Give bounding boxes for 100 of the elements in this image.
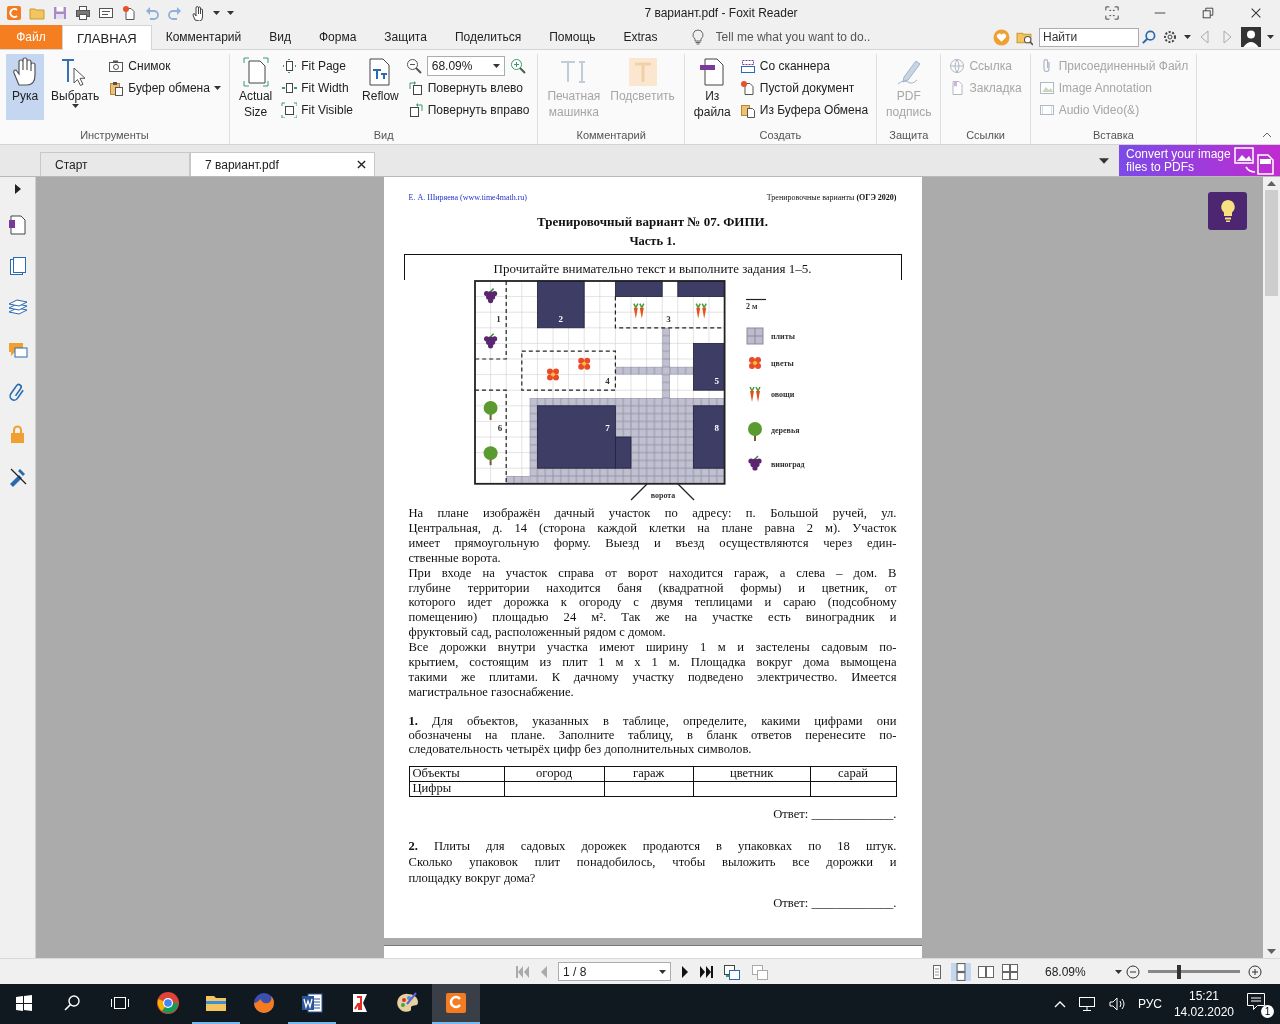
caret-icon[interactable]: [1115, 969, 1122, 974]
chevron-up-icon[interactable]: [1053, 1000, 1066, 1008]
caret-icon[interactable]: [213, 11, 220, 15]
volume-icon[interactable]: [1107, 996, 1126, 1012]
scrollbar-thumb[interactable]: [1265, 190, 1278, 296]
zoom-in-icon[interactable]: [1248, 964, 1262, 979]
from-file-button[interactable]: Из файла: [690, 54, 734, 120]
ribbon-tab[interactable]: Помощь: [535, 25, 610, 49]
reflow-button[interactable]: Reflow: [359, 54, 402, 120]
customize-caret-icon[interactable]: [227, 11, 234, 15]
two-page-icon[interactable]: [977, 963, 995, 980]
actual-size-button[interactable]: Actual Size: [235, 54, 276, 120]
table-header-cell: цветник: [693, 766, 811, 782]
close-icon[interactable]: [1249, 6, 1263, 20]
rotate-left-button[interactable]: Повернуть влево: [405, 78, 532, 98]
pages-icon[interactable]: [6, 214, 29, 236]
ribbon-tab[interactable]: ГЛАВНАЯ: [62, 25, 152, 50]
save-icon[interactable]: [52, 5, 68, 21]
answer-cell[interactable]: [604, 781, 694, 797]
last-page-icon[interactable]: [699, 965, 713, 978]
ribbon-tab[interactable]: Форма: [304, 25, 371, 49]
scroll-down-icon[interactable]: [1267, 949, 1276, 954]
paragraph-text: При входе на участок справа от ворот находится гараж, а слева – дом. В глубине территории находится баня (квадратной формы) и цветник, от которого идет дорожка к огороду с двумя теплицами и сараю (подсобному помещению) площадью 24 м². Так же на участке есть виноградник и фруктовый сад, расположенный рядом с домом.: [408, 565, 897, 641]
slider-thumb[interactable]: [1177, 964, 1182, 979]
zoom-in-icon[interactable]: [509, 58, 526, 74]
flower-icon: [748, 357, 761, 369]
page-header-text: Е. А. Ширяева (www.time4math.ru): [408, 192, 527, 202]
avatar-icon[interactable]: [1241, 27, 1261, 47]
fit-page-button[interactable]: Fit Page: [279, 56, 356, 76]
scroll-up-icon[interactable]: [1267, 181, 1276, 186]
restore-icon[interactable]: [1201, 6, 1215, 20]
document-tab[interactable]: 7 вариант.pdf: [190, 152, 375, 176]
tell-me-field[interactable]: Tell me what you want to do..: [713, 29, 914, 45]
close-icon[interactable]: [357, 160, 366, 169]
lightbulb-icon: [1218, 199, 1237, 223]
fit-width-button[interactable]: Fit Width: [279, 78, 356, 98]
zoom-out-icon[interactable]: [405, 58, 422, 74]
notification-icon[interactable]: [1246, 992, 1266, 1010]
globe-icon: [949, 58, 966, 74]
hand-tool-button[interactable]: Рука: [6, 54, 44, 120]
legend-label: виноград: [770, 460, 805, 469]
group-label: Вид: [372, 129, 395, 143]
app-logo-icon[interactable]: [6, 5, 22, 21]
rotate-right-button[interactable]: Повернуть вправо: [405, 100, 532, 120]
tab-list-caret-icon[interactable]: [1099, 157, 1109, 164]
scrollbar[interactable]: [1263, 177, 1280, 958]
promo-banner[interactable]: Convert your image files to PDFs: [1119, 145, 1280, 176]
network-icon[interactable]: [1077, 996, 1096, 1012]
zoom-combo[interactable]: 68.09%: [426, 56, 505, 76]
collapse-ribbon-icon[interactable]: [1262, 132, 1272, 138]
fit-visible-button[interactable]: Fit Visible: [279, 100, 356, 120]
bookmark-icon: [949, 80, 966, 96]
search-field[interactable]: Найти: [1039, 27, 1139, 47]
previous-view-icon[interactable]: [723, 963, 741, 980]
table-header-cell: сарай: [810, 766, 896, 782]
answer-cell[interactable]: [693, 781, 811, 797]
answer-cell[interactable]: [504, 781, 605, 797]
group-label: Защита: [888, 129, 930, 143]
plan-label: 6: [497, 422, 502, 433]
group-label: Инструменты: [79, 129, 150, 143]
film-icon: [1038, 102, 1055, 118]
continuous-page-icon[interactable]: [951, 962, 971, 981]
document-tab[interactable]: Старт: [40, 152, 190, 176]
blank-document-button[interactable]: Пустой документ: [737, 78, 871, 98]
caret-icon[interactable]: [659, 969, 666, 974]
settings-icon[interactable]: [1162, 29, 1178, 45]
answer-cell[interactable]: [810, 781, 896, 797]
two-page-continuous-icon[interactable]: [1001, 963, 1019, 980]
ribbon-tab[interactable]: Защита: [370, 25, 441, 49]
print-icon[interactable]: [75, 5, 91, 21]
table-header-cell: Объекты: [409, 766, 504, 782]
language-indicator[interactable]: РУС: [1137, 997, 1162, 1011]
clipboard-button[interactable]: Буфер обмена: [106, 78, 223, 98]
from-scanner-button[interactable]: Со сканнера: [737, 56, 871, 76]
new-document-icon[interactable]: [121, 5, 137, 21]
gate-label: ворота: [650, 491, 675, 500]
caret-icon[interactable]: [492, 64, 500, 68]
page-number-field[interactable]: 1 / 8: [558, 962, 671, 981]
hand-icon[interactable]: [190, 5, 206, 21]
next-page-icon[interactable]: [681, 965, 689, 978]
caret-icon[interactable]: [1267, 35, 1274, 39]
ribbon-tab[interactable]: Комментарий: [151, 25, 256, 49]
zoom-out-icon[interactable]: [1126, 964, 1140, 979]
legend-label: овощи: [770, 390, 794, 399]
caret-icon[interactable]: [1184, 35, 1191, 39]
ribbon-tab[interactable]: Поделиться: [440, 25, 536, 49]
from-clipboard-button[interactable]: Из Буфера Обмена: [737, 100, 871, 120]
snapshot-button[interactable]: Снимок: [106, 56, 223, 76]
ribbon-tab[interactable]: Extras: [609, 25, 672, 49]
search-icon[interactable]: [1141, 29, 1156, 45]
table-header-cell: огород: [504, 766, 605, 782]
taskbar-app-button[interactable]: [432, 984, 480, 1024]
form-icon[interactable]: [98, 5, 114, 21]
expand-panel-icon[interactable]: [13, 184, 22, 194]
tips-button[interactable]: [1208, 192, 1247, 230]
table-row-label: Цифры: [409, 781, 504, 797]
fullscreen-icon[interactable]: [1105, 6, 1119, 20]
ribbon-tab[interactable]: Вид: [255, 25, 305, 49]
select-tool-button[interactable]: Выбрать: [48, 54, 103, 120]
clock[interactable]: 15:21 14.02.2020: [1173, 988, 1234, 1020]
